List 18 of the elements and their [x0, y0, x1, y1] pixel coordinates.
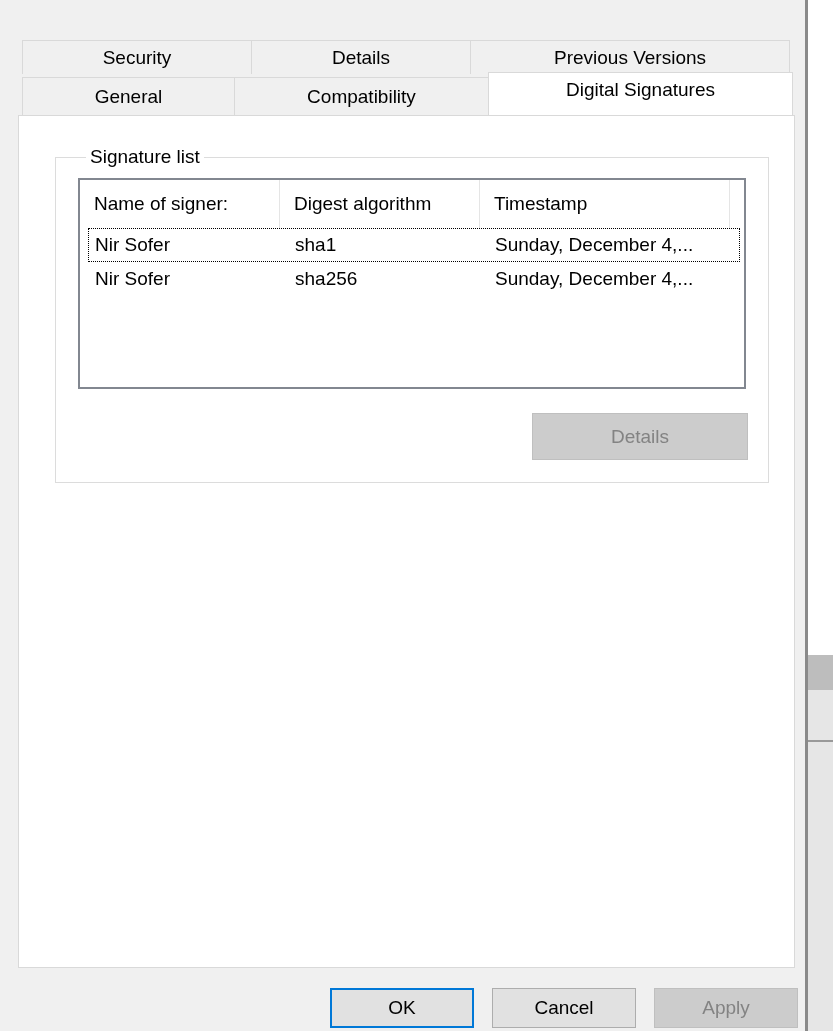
tab[interactable]: General: [22, 77, 235, 115]
column-header[interactable]: Name of signer:: [80, 180, 280, 228]
dialog-button[interactable]: OK: [330, 988, 474, 1028]
list-cell-text: Nir Sofer: [94, 268, 171, 290]
tab[interactable]: Previous Versions: [470, 40, 790, 74]
list-row[interactable]: Nir Sofer sha256 Sunday, December 4,...: [88, 262, 740, 296]
column-header[interactable]: Digest algorithm: [280, 180, 480, 228]
list-cell-text: sha256: [294, 268, 359, 290]
dialog-button[interactable]: Cancel: [492, 988, 636, 1028]
list-cell-text: sha1: [294, 234, 338, 256]
list-row[interactable]: Nir Sofer sha1 Sunday, December 4,...: [88, 228, 740, 262]
tab[interactable]: Security: [22, 40, 252, 74]
list-cell-text: Sunday, December 4,...: [494, 234, 695, 256]
list-cell-text: Nir Sofer: [94, 234, 171, 256]
list-cell-text: Sunday, December 4,...: [494, 268, 695, 290]
column-header[interactable]: Timestamp: [480, 180, 730, 228]
group-title: Signature list: [89, 146, 201, 168]
tab[interactable]: Digital Signatures: [488, 72, 793, 115]
